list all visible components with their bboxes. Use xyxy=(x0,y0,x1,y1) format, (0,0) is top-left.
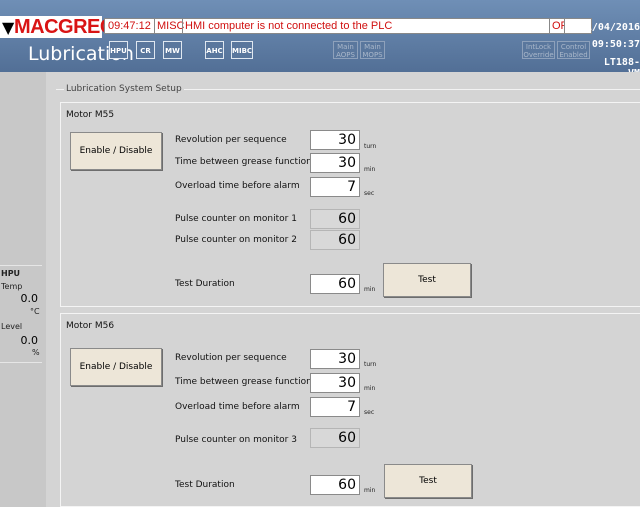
nav-ahc-button[interactable]: AHC xyxy=(205,41,224,59)
main-aops-label-2: AOPS xyxy=(336,51,355,59)
alarm-message: HMI computer is not connected to the PLC xyxy=(185,20,393,32)
motor-m55-title: Motor M55 xyxy=(66,110,115,120)
motor-m56-title: Motor M56 xyxy=(66,321,115,331)
m55-revolution-unit: turn xyxy=(364,143,377,150)
control-label-1: Control xyxy=(560,43,587,51)
top-bar: ▼ MACGREGOR Lubrication 09:47:12 MISC HM… xyxy=(0,0,640,79)
m56-test-duration-label: Test Duration xyxy=(175,480,235,490)
m55-enable-disable-button[interactable]: Enable / Disable xyxy=(70,132,162,170)
interlock-label-2: Override xyxy=(523,51,554,59)
m55-pulse1-value: 60 xyxy=(310,209,360,229)
level-label: Level xyxy=(1,322,23,331)
interlock-override-button[interactable]: IntLock Override xyxy=(522,41,555,59)
nav-cr-button[interactable]: CR xyxy=(136,41,155,59)
control-label-2: Enabled xyxy=(559,51,588,59)
m56-test-duration-input[interactable]: 60 xyxy=(310,475,360,495)
level-unit: % xyxy=(32,348,40,357)
main-mops-label-2: MOPS xyxy=(362,51,383,59)
m56-enable-disable-button[interactable]: Enable / Disable xyxy=(70,348,162,386)
m55-test-duration-label: Test Duration xyxy=(175,279,235,289)
alarm-category: MISC xyxy=(157,20,185,32)
m55-revolution-label: Revolution per sequence xyxy=(175,135,287,145)
main-mops-button[interactable]: Main MOPS xyxy=(360,41,385,59)
sidebar: HPU Temp 0.0 °C Level 0.0 % xyxy=(0,72,47,507)
temp-value: 0.0 xyxy=(20,292,39,305)
m55-overload-unit: sec xyxy=(364,190,375,197)
m56-revolution-label: Revolution per sequence xyxy=(175,353,287,363)
nav-mibc-button[interactable]: MIBC xyxy=(231,41,253,59)
m55-pulse2-label: Pulse counter on monitor 2 xyxy=(175,235,297,245)
m55-time-between-label: Time between grease function xyxy=(175,157,312,167)
m55-overload-label: Overload time before alarm xyxy=(175,181,300,191)
m56-revolution-unit: turn xyxy=(364,361,377,368)
main-aops-button[interactable]: Main AOPS xyxy=(333,41,358,59)
m55-pulse1-label: Pulse counter on monitor 1 xyxy=(175,214,297,224)
control-enabled-button[interactable]: Control Enabled xyxy=(557,41,590,59)
section-title: Lubrication System Setup xyxy=(64,84,184,94)
macgregor-logo: ▼ MACGREGOR xyxy=(0,16,144,38)
m55-revolution-input[interactable]: 30 xyxy=(310,130,360,150)
main-aops-label-1: Main xyxy=(337,43,354,51)
alarm-banner[interactable]: 09:47:12 MISC HMI computer is not connec… xyxy=(104,18,592,34)
date-text: 11/04/2016 xyxy=(579,22,640,33)
date-time-display: 11/04/2016 09:50:37 LT188-VM xyxy=(580,16,640,79)
m56-time-between-unit: min xyxy=(364,385,376,392)
m56-overload-label: Overload time before alarm xyxy=(175,402,300,412)
alarm-time: 09:47:12 xyxy=(108,20,151,32)
m55-time-between-unit: min xyxy=(364,166,376,173)
m56-overload-input[interactable]: 7 xyxy=(310,397,360,417)
sidebar-title: HPU xyxy=(1,269,21,278)
m55-time-between-input[interactable]: 30 xyxy=(310,153,360,173)
main-mops-label-1: Main xyxy=(364,43,381,51)
level-value: 0.0 xyxy=(20,334,39,347)
temp-label: Temp xyxy=(1,282,23,291)
m55-pulse2-value: 60 xyxy=(310,230,360,250)
m56-revolution-input[interactable]: 30 xyxy=(310,349,360,369)
time-text: 09:50:37 xyxy=(591,39,640,50)
m56-pulse3-label: Pulse counter on monitor 3 xyxy=(175,435,297,445)
m56-time-between-label: Time between grease function xyxy=(175,377,312,387)
temp-unit: °C xyxy=(30,307,40,316)
logo-mark-icon: ▼ xyxy=(2,18,15,37)
m56-test-duration-unit: min xyxy=(364,487,376,494)
nav-hpu-button[interactable]: HPU xyxy=(109,41,128,59)
m56-test-button[interactable]: Test xyxy=(384,464,472,498)
m55-overload-input[interactable]: 7 xyxy=(310,177,360,197)
m55-test-duration-input[interactable]: 60 xyxy=(310,274,360,294)
interlock-label-1: IntLock xyxy=(525,43,552,51)
m55-test-duration-unit: min xyxy=(364,286,376,293)
m55-test-button[interactable]: Test xyxy=(383,263,471,297)
m56-pulse3-value: 60 xyxy=(310,428,360,448)
nav-mw-button[interactable]: MW xyxy=(163,41,182,59)
m56-overload-unit: sec xyxy=(364,409,375,416)
m56-time-between-input[interactable]: 30 xyxy=(310,373,360,393)
